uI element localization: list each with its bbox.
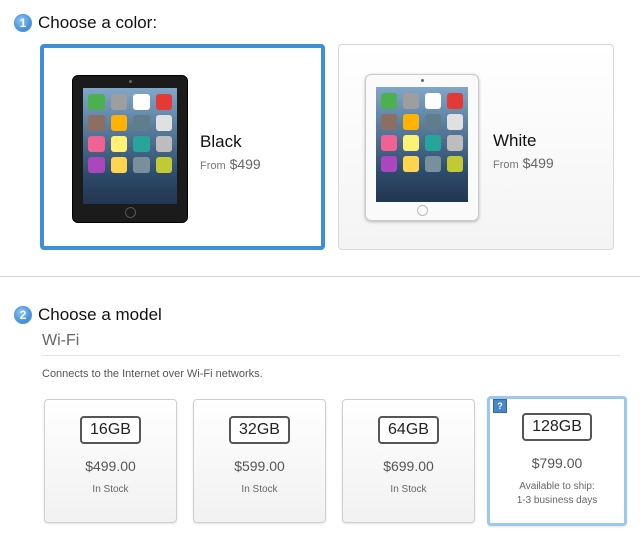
app-icon [447, 156, 463, 172]
app-icon [88, 157, 105, 173]
heading-underline [42, 355, 620, 356]
color-price-white: From $499 [493, 155, 554, 171]
model-price: $699.00 [383, 458, 434, 474]
app-icon [110, 157, 127, 173]
step2-number-badge: 2 [14, 306, 32, 324]
app-icon [133, 136, 150, 152]
step2-header: 2 Choose a model [14, 305, 162, 325]
app-icon [403, 93, 419, 109]
color-name-white: White [493, 131, 537, 150]
app-icon [110, 136, 127, 152]
app-icon [133, 115, 150, 131]
stock-status: In Stock [390, 484, 427, 495]
app-icon [425, 93, 441, 109]
from-label: From [493, 159, 519, 171]
model-price: $499.00 [85, 458, 136, 474]
step2-title: Choose a model [38, 305, 162, 324]
step1-number-badge: 1 [14, 14, 32, 32]
price-value: $499 [229, 156, 261, 172]
color-option-black[interactable]: Black From $499 [40, 44, 325, 250]
app-icon [425, 135, 441, 151]
app-icon [403, 114, 419, 130]
model-option-64gb[interactable]: 64GB $699.00 In Stock [342, 399, 475, 523]
model-option-128gb[interactable]: ? 128GB $799.00 Available to ship: 1-3 b… [487, 396, 627, 526]
model-price: $599.00 [234, 458, 285, 474]
color-name-black: Black [200, 132, 242, 151]
ipad-white-image [365, 74, 479, 221]
capacity-label: 16GB [80, 416, 141, 444]
shipping-status-line1: Available to ship: [519, 481, 595, 492]
app-icon [381, 156, 397, 172]
app-icon [155, 157, 172, 173]
section-divider [0, 276, 640, 277]
stock-status: In Stock [92, 484, 129, 495]
shipping-status: Available to ship: 1-3 business days [490, 480, 624, 508]
app-icon [403, 156, 419, 172]
price-value: $499 [522, 155, 554, 171]
app-icon [403, 135, 419, 151]
app-icon [447, 93, 463, 109]
ipad-screen [83, 88, 177, 204]
shipping-status-line2: 1-3 business days [516, 495, 598, 506]
app-icon [381, 135, 397, 151]
app-icon [133, 94, 150, 110]
app-icon [447, 114, 463, 130]
app-icon [88, 136, 105, 152]
connectivity-description: Connects to the Internet over Wi-Fi netw… [42, 368, 263, 380]
help-icon[interactable]: ? [493, 399, 507, 413]
app-icon [155, 136, 172, 152]
model-option-32gb[interactable]: 32GB $599.00 In Stock [193, 399, 326, 523]
app-icon [88, 115, 105, 131]
stock-status: In Stock [241, 484, 278, 495]
ipad-black-image [72, 75, 188, 223]
step1-header: 1 Choose a color: [14, 13, 157, 33]
ipad-screen [376, 87, 468, 202]
from-label: From [200, 160, 226, 172]
app-icon [425, 156, 441, 172]
model-option-16gb[interactable]: 16GB $499.00 In Stock [44, 399, 177, 523]
capacity-label: 128GB [522, 413, 592, 441]
app-icon [133, 157, 150, 173]
app-icon [425, 114, 441, 130]
app-icon [381, 93, 397, 109]
capacity-label: 32GB [229, 416, 290, 444]
app-icon [110, 115, 127, 131]
app-icon [381, 114, 397, 130]
app-icon [88, 94, 105, 110]
connectivity-heading: Wi-Fi [42, 332, 80, 349]
capacity-label: 64GB [378, 416, 439, 444]
app-icon [155, 115, 172, 131]
app-icon [447, 135, 463, 151]
step1-title: Choose a color: [38, 13, 158, 32]
color-price-black: From $499 [200, 156, 261, 172]
app-icon [155, 94, 172, 110]
model-price: $799.00 [531, 455, 583, 471]
app-icon [110, 94, 127, 110]
color-option-white[interactable]: White From $499 [338, 44, 614, 250]
